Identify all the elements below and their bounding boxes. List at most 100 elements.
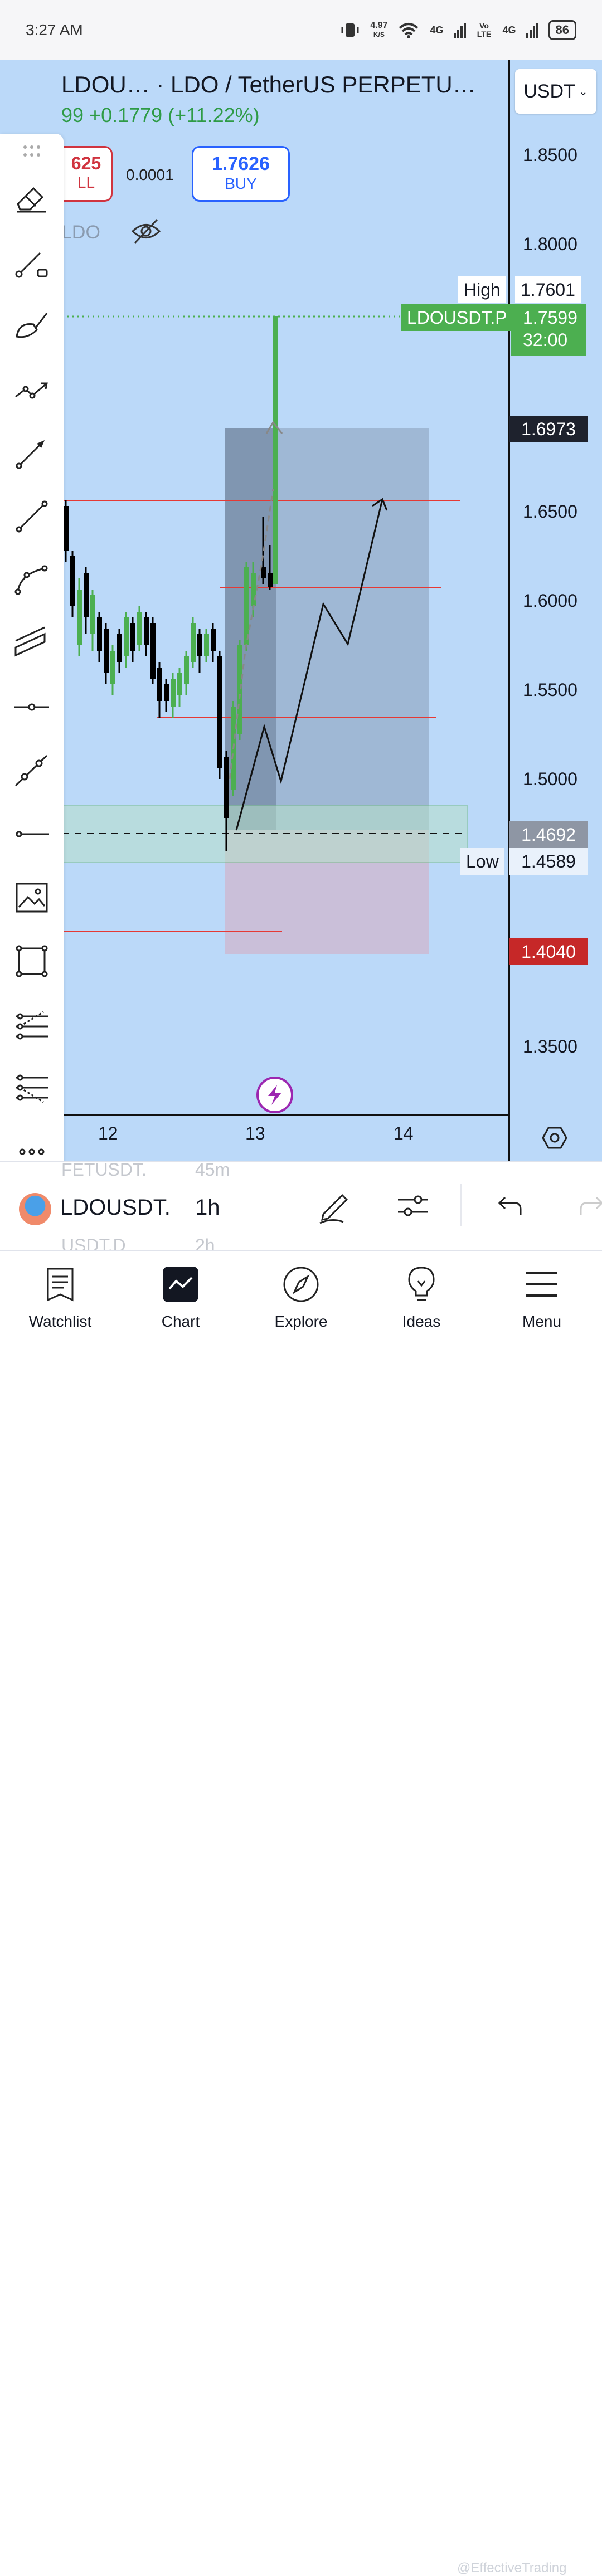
rectangle-icon (16, 945, 48, 977)
trend-line-tool[interactable] (11, 242, 52, 283)
horizontal-ray-tool[interactable] (11, 686, 52, 728)
nav-chart[interactable]: Chart (125, 1264, 236, 1331)
long-position-tool[interactable] (11, 1004, 52, 1045)
price-tick: 1.8500 (523, 145, 577, 165)
brush-tool[interactable] (11, 305, 52, 347)
undo-icon[interactable] (488, 1186, 527, 1225)
parallel-channel-icon (14, 626, 46, 657)
buy-price: 1.7626 (212, 153, 270, 174)
scale-settings-icon[interactable] (542, 1126, 567, 1150)
last-price-tag: 1.7599 32:00 (511, 304, 586, 356)
image-tool[interactable] (11, 877, 52, 918)
short-position-tool[interactable] (11, 1068, 52, 1109)
rectangle-tool[interactable] (11, 941, 52, 982)
time-tick: 12 (98, 1123, 118, 1143)
buy-button[interactable]: 1.7626 BUY (192, 146, 290, 202)
arrow-tool[interactable] (11, 432, 52, 474)
symbol-title[interactable]: LDOU… · LDO / TetherUS PERPETU… (61, 71, 496, 98)
price-change: 99 +0.1779 (+11.22%) (61, 104, 260, 126)
nav-ideas[interactable]: Ideas (366, 1264, 477, 1331)
status-icons: 4.97 K/S 4G Vo LTE 4G 86 (340, 20, 576, 40)
signal-label-1: 4G (430, 24, 444, 36)
price-scale-border (508, 60, 510, 1161)
lightbulb-icon (408, 1267, 435, 1301)
nav-label: Explore (274, 1313, 328, 1330)
chart-area[interactable]: LDOU… · LDO / TetherUS PERPETU… 99 +0.17… (0, 60, 602, 1161)
nav-watchlist[interactable]: Watchlist (4, 1264, 116, 1331)
clock: 3:27 AM (26, 21, 83, 38)
price-tick: 1.8000 (523, 234, 577, 254)
sell-price: 625 (71, 153, 101, 173)
symbol-selector[interactable]: LDOUSDT. (60, 1195, 172, 1220)
marker-price-1: 1.6973 (509, 416, 588, 442)
more-tools-button[interactable] (11, 1131, 52, 1161)
line-icon (16, 500, 48, 533)
trend-line-icon (15, 252, 48, 278)
long-position-icon (16, 1011, 48, 1040)
brush-icon (16, 313, 48, 338)
horizontal-line-tool[interactable] (11, 814, 52, 855)
lightning-icon (268, 1085, 281, 1105)
nav-label: Menu (522, 1313, 562, 1330)
last-price: 1.7599 (523, 308, 577, 328)
time-tick: 14 (394, 1123, 414, 1143)
extended-line-tool[interactable] (11, 750, 52, 791)
price-tick: 1.5000 (523, 769, 577, 789)
low-label: Low (460, 848, 504, 875)
interval-selector[interactable]: 1h (195, 1195, 220, 1220)
price-tick: 1.6000 (523, 591, 577, 611)
channel-tool[interactable] (11, 623, 52, 664)
curve-icon (14, 565, 48, 595)
signal-icon-2 (526, 23, 538, 38)
eraser-icon (17, 187, 46, 213)
toolbar-drag-handle[interactable] (11, 134, 52, 168)
buy-label: BUY (225, 175, 257, 192)
symbol-tag: LDOUSDT.P (401, 304, 513, 331)
signal-icon-1 (453, 23, 466, 38)
marker-price-2: 1.4692 (509, 821, 588, 848)
horizontal-line-icon (16, 831, 49, 837)
horizontal-ray-icon (14, 703, 49, 711)
nav-menu[interactable]: Menu (486, 1264, 598, 1331)
bar-divider (460, 1184, 462, 1226)
chevron-down-icon: ⌄ (578, 85, 588, 98)
price-tick: 1.5500 (523, 680, 577, 700)
redo-icon[interactable] (574, 1186, 602, 1225)
path-tool[interactable] (11, 369, 52, 410)
ray-tool[interactable] (11, 496, 52, 537)
battery-indicator: 86 (548, 20, 576, 40)
symbol-bar: FETUSDT. 45m LDOUSDT. 1h USDT.D 2h (0, 1160, 602, 1255)
breakout-candle (273, 316, 278, 584)
compass-icon (283, 1267, 319, 1302)
curve-tool[interactable] (11, 559, 52, 601)
status-bar: 3:27 AM 4.97 K/S 4G Vo LTE 4G 86 (0, 0, 602, 60)
image-icon (16, 883, 48, 913)
vibrate-icon (341, 23, 359, 37)
time-tick: 13 (245, 1123, 265, 1143)
time-scale-border (0, 1114, 510, 1116)
bar-countdown: 32:00 (523, 330, 568, 350)
sell-button[interactable]: 625 LL (61, 146, 113, 202)
nav-label: Watchlist (28, 1313, 92, 1330)
pencil-icon[interactable] (315, 1186, 355, 1225)
price-tick: 1.6500 (523, 501, 577, 522)
lightning-button[interactable] (256, 1077, 293, 1113)
watchlist-icon (47, 1268, 74, 1302)
eraser-tool[interactable] (11, 178, 52, 220)
indicator-label[interactable]: LDO (61, 222, 100, 244)
high-value: 1.7601 (515, 276, 581, 303)
hamburger-icon (526, 1272, 557, 1297)
currency-selector[interactable]: USDT ⌄ (515, 69, 596, 114)
ghost-interval-above: 45m (195, 1160, 230, 1180)
nav-explore[interactable]: Explore (245, 1264, 357, 1331)
nav-label: Chart (161, 1313, 200, 1330)
arrow-icon (16, 440, 45, 469)
network-speed: 4.97 K/S (370, 21, 388, 39)
extended-line-icon (14, 754, 48, 787)
drawing-toolbar (0, 134, 64, 1161)
spread-value: 0.0001 (126, 166, 174, 183)
eye-hidden-icon[interactable] (130, 217, 162, 245)
indicators-icon[interactable] (394, 1186, 433, 1225)
stop-price-label: 1.4040 (509, 938, 588, 965)
chart-header[interactable]: LDOU… · LDO / TetherUS PERPETU… 99 +0.17… (61, 71, 496, 127)
